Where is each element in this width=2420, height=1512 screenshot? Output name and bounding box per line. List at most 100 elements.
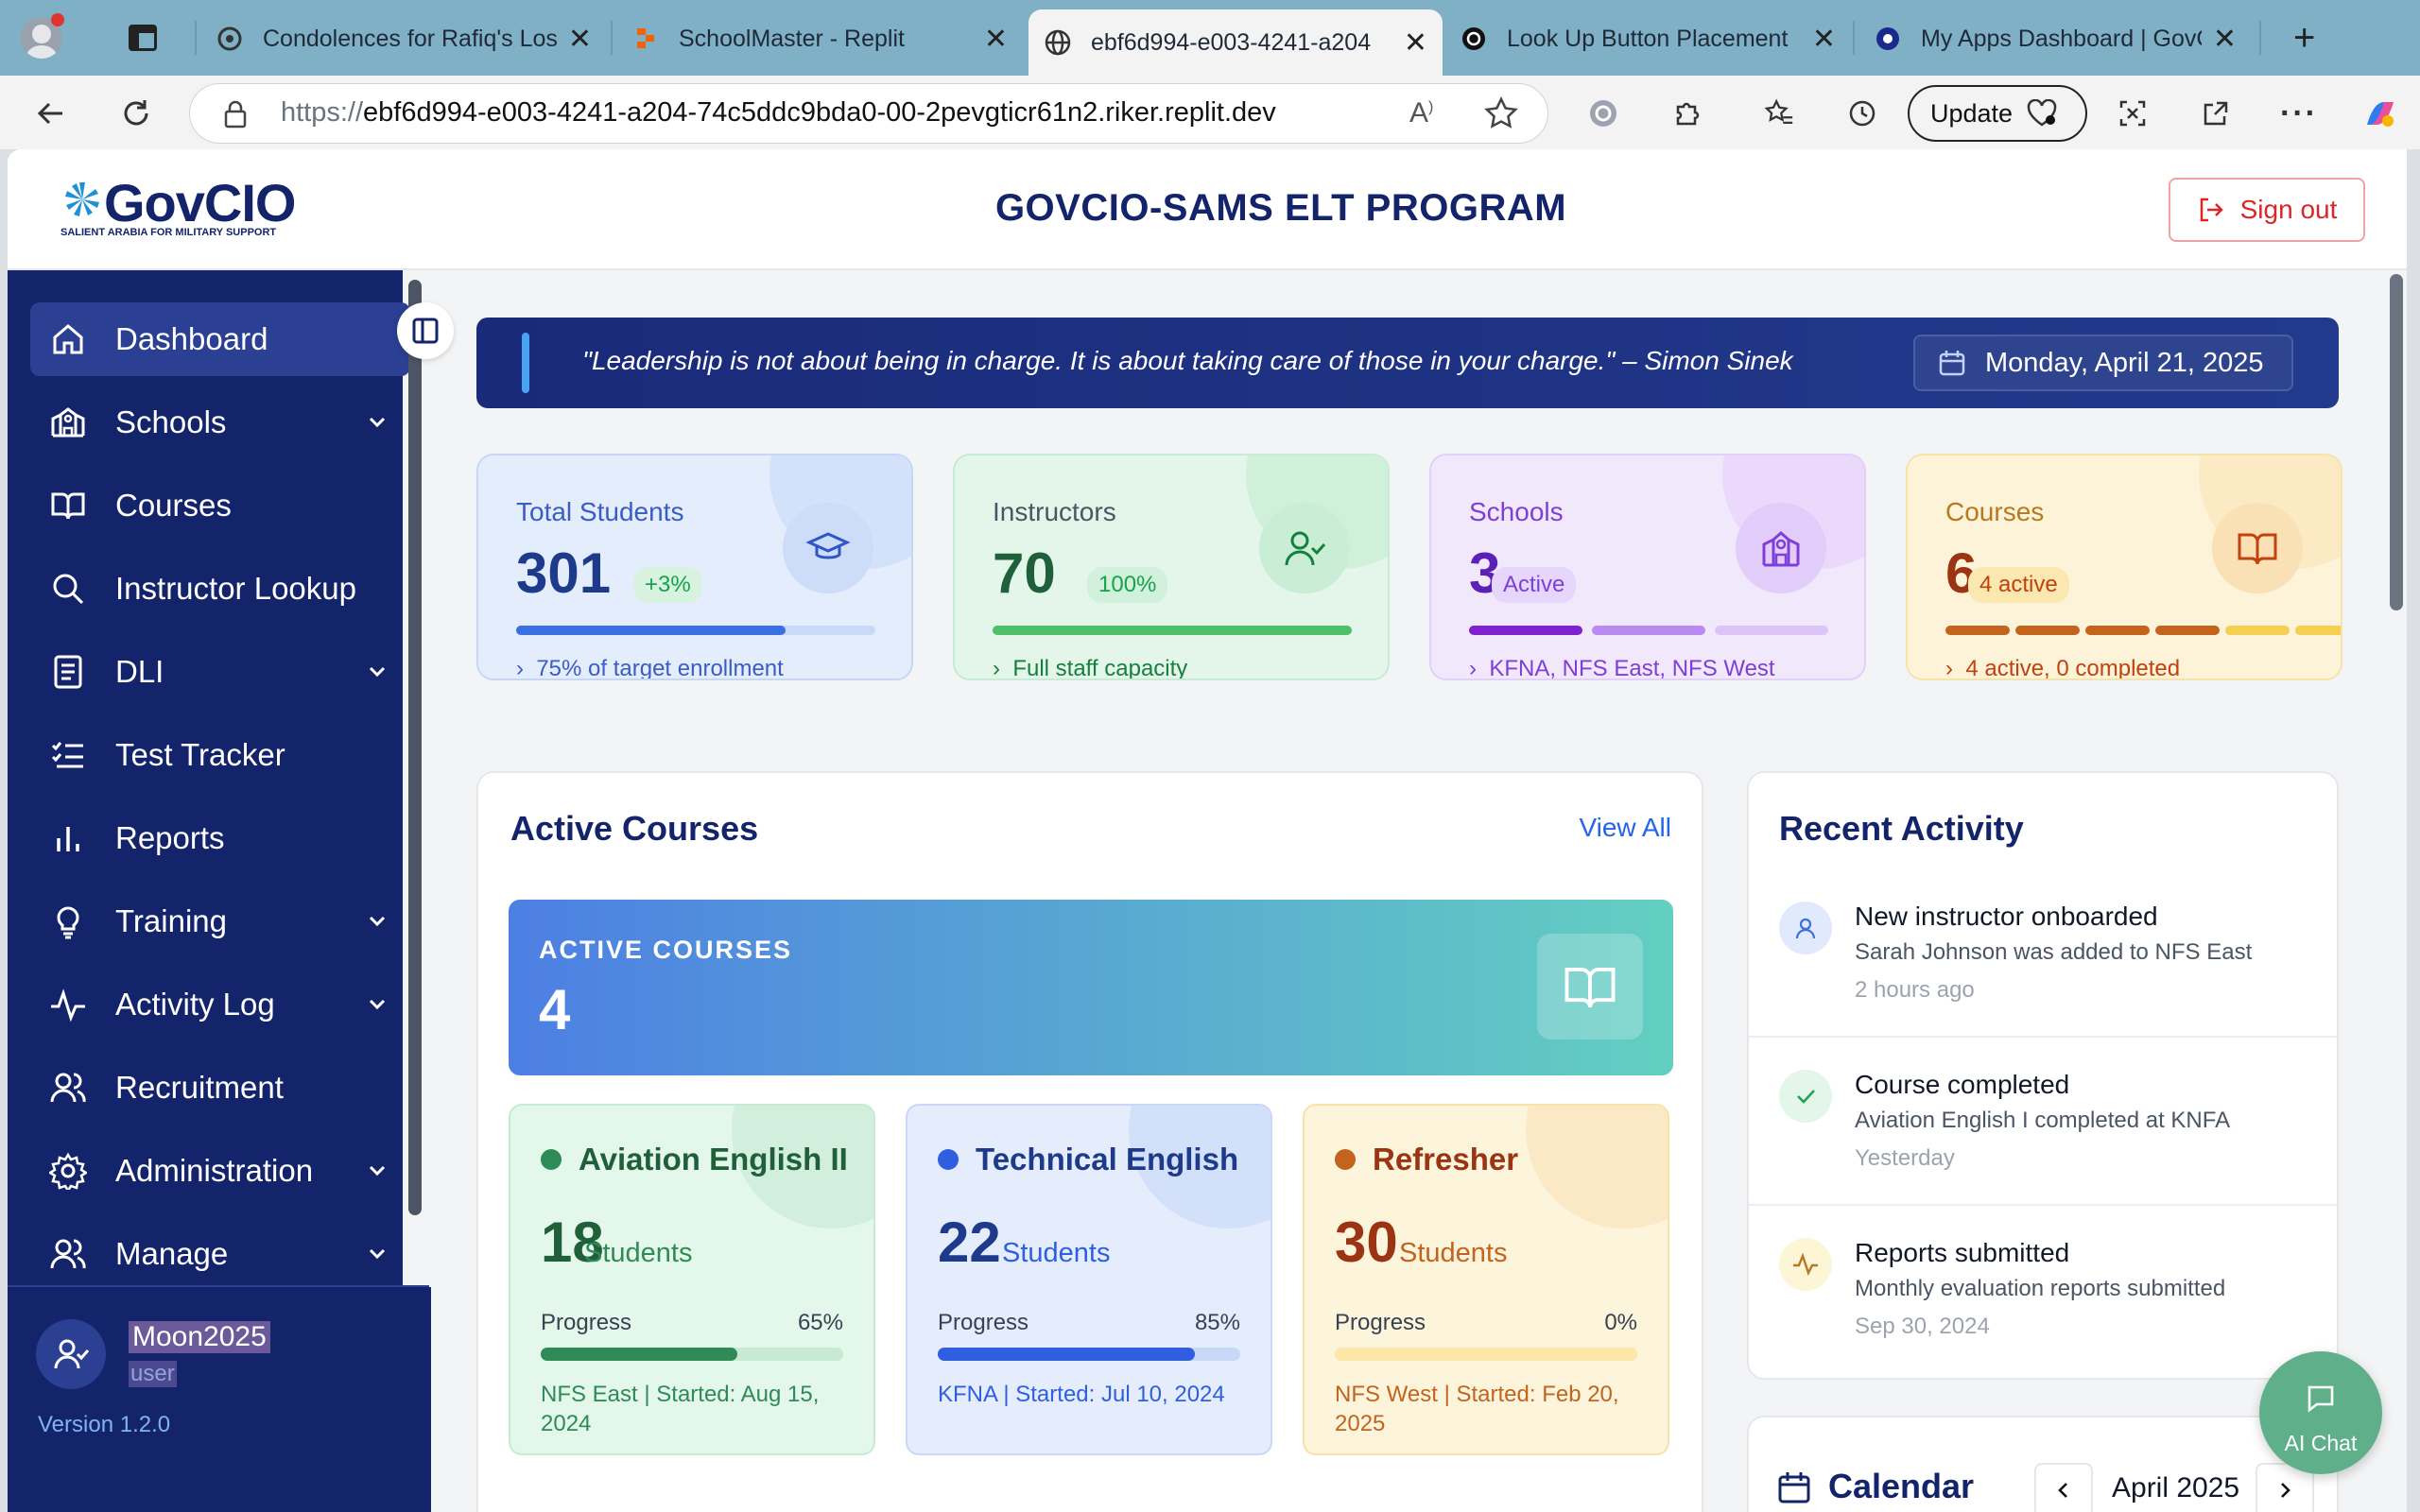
progress-track: [1335, 1348, 1637, 1361]
browser-tab-bar: Condolences for Rafiq's Los ✕ SchoolMast…: [0, 0, 2420, 76]
sidebar-item-administration[interactable]: Administration: [30, 1134, 410, 1208]
stat-footer-text: Full staff capacity: [1012, 656, 1188, 680]
sidebar-item-dashboard[interactable]: Dashboard: [30, 302, 410, 376]
book-icon: [47, 485, 89, 526]
section-title: Active Courses: [510, 809, 759, 848]
browser-tab[interactable]: Condolences for Rafiq's Los ✕: [200, 13, 607, 64]
stat-footer: › 75% of target enrollment: [516, 656, 784, 680]
ai-chat-label: AI Chat: [2284, 1431, 2358, 1455]
copilot-icon[interactable]: [2358, 91, 2403, 136]
activity-item[interactable]: Reports submitted Monthly evaluation rep…: [1779, 1238, 2337, 1370]
address-bar[interactable]: https://ebf6d994-e003-4241-a204-74c5ddc9…: [189, 83, 1548, 144]
favorites-icon[interactable]: [1760, 94, 1798, 132]
stat-card-schools[interactable]: Schools 3 Active › KFNA, NFS East, NFS W…: [1429, 454, 1866, 680]
sidebar-item-test-tracker[interactable]: Test Tracker: [30, 718, 410, 792]
progress-label: Progress: [541, 1310, 632, 1335]
document-icon: [47, 651, 89, 693]
stat-card-total-students[interactable]: Total Students 301 +3% › 75% of target e…: [476, 454, 913, 680]
more-icon[interactable]: ···: [2280, 94, 2318, 132]
stat-card-instructors[interactable]: Instructors 70 100% › Full staff capacit…: [953, 454, 1390, 680]
sidebar-item-recruitment[interactable]: Recruitment: [30, 1051, 410, 1125]
chevron-down-icon[interactable]: [363, 906, 391, 935]
course-meta: NFS West | Started: Feb 20, 2025: [1335, 1382, 1619, 1436]
sidebar-scrollbar[interactable]: [408, 280, 422, 1215]
sidebar-item-label: Courses: [115, 488, 232, 523]
enrollment-progress-bar: [516, 626, 786, 635]
quote-banner: "Leadership is not about being in charge…: [476, 318, 2339, 408]
activity-item[interactable]: Course completed Aviation English I comp…: [1779, 1070, 2337, 1202]
screenshot-icon[interactable]: [2114, 94, 2152, 132]
activity-item[interactable]: New instructor onboarded Sarah Johnson w…: [1779, 902, 2337, 1034]
stat-label: Total Students: [516, 497, 684, 526]
course-name: Refresher: [1373, 1142, 1519, 1177]
browser-tab[interactable]: Look Up Button Placement ✕: [1444, 13, 1851, 64]
student-count: 22: [938, 1211, 1001, 1274]
sidebar-item-instructor-lookup[interactable]: Instructor Lookup: [30, 552, 410, 626]
sidebar-item-reports[interactable]: Reports: [30, 801, 410, 875]
quote-text: "Leadership is not about being in charge…: [582, 346, 1793, 375]
sidebar-item-label: DLI: [115, 654, 164, 689]
status-dot: [938, 1149, 959, 1170]
grammarly-icon[interactable]: [1584, 94, 1622, 132]
chevron-down-icon[interactable]: [363, 657, 391, 685]
app-version: Version 1.2.0: [38, 1412, 171, 1437]
current-date: Monday, April 21, 2025: [1985, 347, 2264, 378]
close-tab-icon[interactable]: ✕: [984, 23, 1008, 56]
close-tab-icon[interactable]: ✕: [1812, 23, 1836, 56]
course-card-refresher[interactable]: Refresher 30 Students Progress 0% NFS We…: [1303, 1104, 1669, 1455]
read-aloud-icon[interactable]: A): [1409, 97, 1433, 129]
stat-footer-text: KFNA, NFS East, NFS West: [1489, 656, 1775, 680]
lock-icon[interactable]: [222, 99, 249, 129]
sidebar-item-label: Recruitment: [115, 1070, 284, 1105]
ai-chat-button[interactable]: AI Chat: [2259, 1351, 2382, 1474]
sign-out-button[interactable]: Sign out: [2169, 178, 2365, 242]
date-badge: Monday, April 21, 2025: [1913, 335, 2293, 391]
course-card-technical-english[interactable]: Technical English 22 Students Progress 8…: [906, 1104, 1272, 1455]
sidebar-item-courses[interactable]: Courses: [30, 469, 410, 542]
panel-icon: [412, 318, 439, 344]
view-all-link[interactable]: View All: [1579, 813, 1671, 843]
sidebar-item-training[interactable]: Training: [30, 885, 410, 958]
new-tab-icon[interactable]: +: [2293, 19, 2315, 57]
sidebar-item-manage[interactable]: Manage: [30, 1217, 410, 1291]
browser-tab[interactable]: SchoolMaster - Replit ✕: [616, 13, 1023, 64]
activity-desc: Aviation English I completed at KNFA: [1855, 1108, 2231, 1133]
main-scrollbar[interactable]: [2390, 274, 2403, 610]
stat-label: Schools: [1469, 497, 1564, 526]
sidebar-toggle-button[interactable]: [397, 302, 454, 359]
tab-actions-icon[interactable]: [129, 25, 157, 51]
update-button[interactable]: Update: [1908, 85, 2087, 142]
chevron-down-icon[interactable]: [363, 1156, 391, 1184]
avatar[interactable]: [36, 1319, 106, 1389]
chevron-down-icon[interactable]: [363, 407, 391, 436]
course-segment: [2085, 626, 2150, 635]
browser-tab-active[interactable]: ebf6d994-e003-4241-a204 ✕: [1028, 9, 1443, 76]
checklist-icon: [47, 734, 89, 776]
favorite-star-icon[interactable]: [1483, 95, 1519, 131]
chevron-down-icon[interactable]: [363, 1239, 391, 1267]
students-label: Students: [1002, 1238, 1111, 1268]
share-icon[interactable]: [2197, 94, 2235, 132]
chevron-down-icon[interactable]: [363, 989, 391, 1018]
students-label: Students: [584, 1238, 693, 1268]
close-tab-icon[interactable]: ✕: [568, 23, 592, 56]
stat-card-courses[interactable]: Courses 6 4 active › 4 active, 0 complet…: [1906, 454, 2342, 680]
divider: [1749, 1204, 2337, 1206]
heart-icon: [2026, 99, 2058, 128]
extensions-icon[interactable]: [1668, 94, 1705, 132]
back-icon[interactable]: [30, 93, 72, 134]
sidebar-item-dli[interactable]: DLI: [30, 635, 410, 709]
browser-tab[interactable]: My Apps Dashboard | GovCl ✕: [1858, 13, 2252, 64]
sidebar-item-schools[interactable]: Schools: [30, 386, 410, 459]
prev-month-button[interactable]: [2034, 1463, 2093, 1512]
close-tab-icon[interactable]: ✕: [1404, 26, 1427, 60]
close-tab-icon[interactable]: ✕: [2213, 23, 2237, 56]
history-icon[interactable]: [1843, 94, 1881, 132]
progress-value: 85%: [1194, 1310, 1240, 1335]
chevron-right-icon: [2281, 1483, 2290, 1498]
url-scheme: https://: [281, 97, 364, 128]
course-card-aviation-english[interactable]: Aviation English II 18 Students Progress…: [509, 1104, 875, 1455]
reload-icon[interactable]: [115, 93, 157, 134]
sidebar-item-activity-log[interactable]: Activity Log: [30, 968, 410, 1041]
activity-title: Reports submitted: [1855, 1238, 2070, 1267]
